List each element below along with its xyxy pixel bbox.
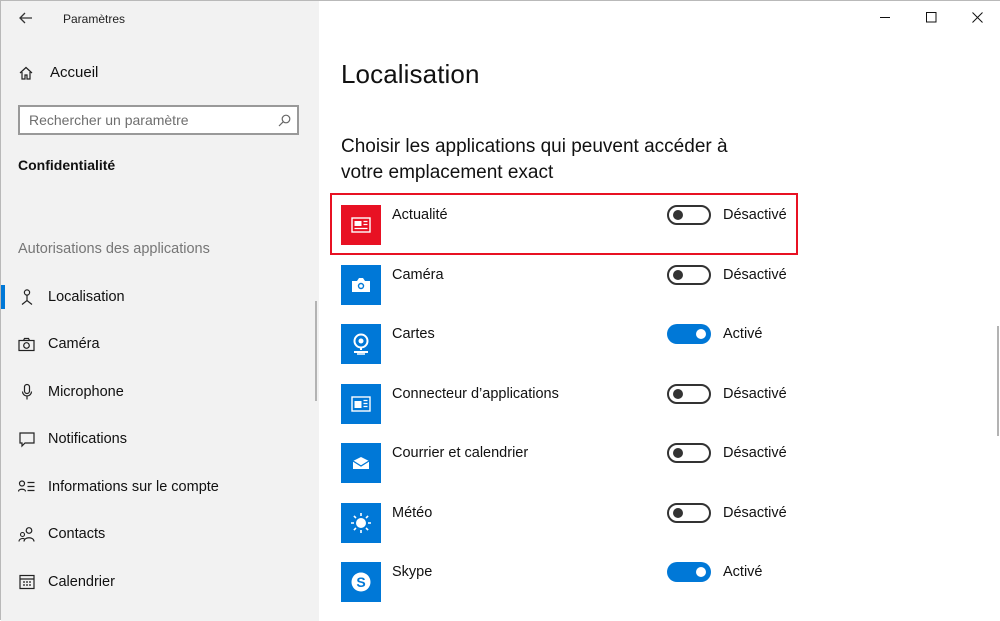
maps-icon [341, 324, 381, 364]
toggle-knob [673, 269, 683, 280]
app-row-maps: Cartes Activé [341, 305, 811, 365]
main-content: Localisation Choisir les applications qu… [319, 1, 1000, 621]
sidebar-item-label: Localisation [48, 288, 125, 305]
minimize-icon [879, 16, 890, 18]
app-row-skype: S Skype Activé [341, 543, 811, 603]
maximize-button[interactable] [908, 1, 954, 33]
app-name: Météo [392, 504, 433, 521]
sidebar-item-camera[interactable]: Caméra [1, 321, 319, 369]
sidebar-item-location[interactable]: Localisation [1, 273, 319, 321]
account-info-icon [18, 478, 35, 495]
search-button[interactable] [271, 114, 297, 127]
toggle-state-label: Désactivé [723, 504, 787, 521]
highlight-box [330, 193, 798, 255]
section-title: Confidentialité [18, 157, 116, 173]
toggle-switch[interactable] [667, 324, 711, 344]
search-icon [278, 114, 290, 126]
sidebar-item-notifications[interactable]: Notifications [1, 416, 319, 464]
sidebar-item-contacts[interactable]: Contacts [1, 511, 319, 559]
toggle-state-label: Désactivé [723, 385, 787, 402]
search-box[interactable] [18, 105, 299, 135]
home-icon [19, 66, 33, 80]
app-row-app-connector: Connecteur d’applications Désactivé [341, 365, 811, 425]
toggle-switch[interactable] [667, 443, 711, 463]
search-input[interactable] [20, 112, 271, 128]
toggle-knob [673, 507, 683, 518]
sidebar-item-account-info[interactable]: Informations sur le compte [1, 463, 319, 511]
camera-icon [18, 336, 35, 353]
notifications-icon [18, 431, 35, 448]
toggle-knob [673, 388, 683, 399]
permissions-nav: Localisation Caméra Microphone Notificat… [1, 273, 319, 606]
app-connector-icon [341, 383, 381, 424]
sidebar-item-calendar[interactable]: Calendrier [1, 558, 319, 606]
weather-icon [341, 502, 381, 543]
toggle-knob [696, 567, 706, 577]
app-name: Courrier et calendrier [392, 445, 529, 461]
app-name: Connecteur d’applications [392, 385, 559, 402]
page-title: Localisation [341, 59, 480, 89]
toggle-state-label: Activé [723, 326, 763, 342]
toggle-switch[interactable] [667, 502, 711, 523]
app-row-weather: Météo Désactivé [341, 484, 811, 544]
app-name: Cartes [392, 326, 435, 342]
app-row-mail-calendar: Courrier et calendrier Désactivé [341, 424, 811, 484]
close-icon [971, 11, 983, 23]
sidebar-scrollbar[interactable] [315, 301, 317, 401]
toggle-knob [673, 448, 683, 458]
toggle-state-label: Activé [723, 564, 763, 580]
home-label: Accueil [50, 64, 99, 81]
group-title: Autorisations des applications [18, 241, 210, 257]
mail-icon [341, 443, 381, 483]
microphone-icon [18, 383, 35, 400]
app-title: Paramètres [63, 12, 126, 26]
minimize-button[interactable] [862, 1, 908, 33]
toggle-switch[interactable] [667, 264, 711, 285]
back-button[interactable] [9, 5, 43, 31]
window-controls [862, 1, 1000, 33]
close-button[interactable] [954, 1, 1000, 33]
sidebar: Paramètres Accueil Confidentialité Autor… [1, 1, 319, 621]
toggle-switch[interactable] [667, 562, 711, 582]
calendar-icon [18, 573, 35, 590]
skype-icon: S [341, 562, 381, 602]
sidebar-item-label: Calendrier [48, 573, 115, 590]
main-scrollbar[interactable] [997, 326, 999, 436]
sidebar-item-label: Contacts [48, 526, 106, 543]
camera-app-icon [341, 264, 381, 305]
svg-text:S: S [356, 574, 365, 590]
sidebar-item-microphone[interactable]: Microphone [1, 368, 319, 416]
back-arrow-icon [19, 12, 32, 24]
toggle-state-label: Désactivé [723, 445, 787, 461]
app-name: Skype [392, 564, 433, 580]
location-icon [18, 288, 35, 305]
sidebar-item-label: Informations sur le compte [48, 478, 219, 495]
app-name: Caméra [392, 266, 444, 283]
settings-window: Paramètres Accueil Confidentialité Autor… [0, 0, 1000, 621]
section-subtitle: Choisir les applications qui peuvent acc… [341, 136, 728, 183]
contacts-icon [18, 526, 35, 543]
toggle-knob [696, 329, 706, 339]
maximize-icon [925, 11, 936, 22]
sidebar-item-label: Caméra [48, 336, 100, 353]
toggle-state-label: Désactivé [723, 266, 787, 283]
toggle-switch[interactable] [667, 383, 711, 404]
sidebar-item-label: Notifications [48, 431, 127, 448]
sidebar-item-label: Microphone [48, 383, 124, 400]
home-nav-item[interactable]: Accueil [18, 64, 98, 81]
